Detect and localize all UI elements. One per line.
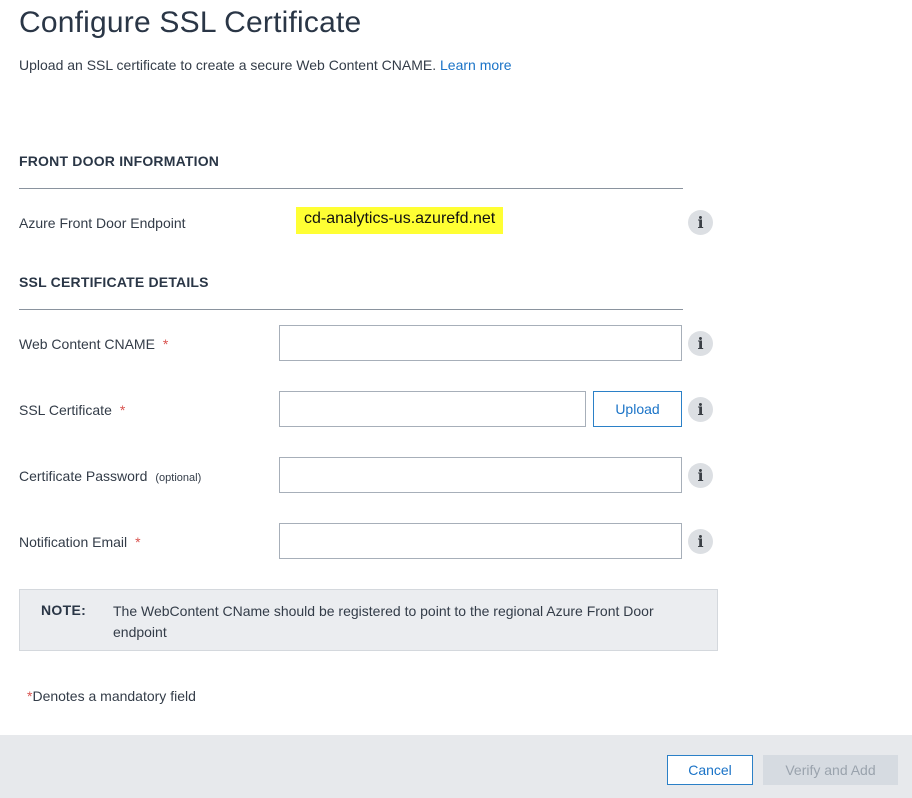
certificate-label-text: SSL Certificate [19, 402, 112, 418]
endpoint-info-icon[interactable]: i [688, 210, 713, 235]
cname-label: Web Content CNAME * [19, 336, 168, 352]
page-subtitle: Upload an SSL certificate to create a se… [19, 57, 512, 73]
learn-more-link[interactable]: Learn more [440, 57, 512, 73]
cname-label-text: Web Content CNAME [19, 336, 155, 352]
required-marker: * [119, 402, 126, 418]
required-marker: * [135, 534, 141, 550]
endpoint-value: cd-analytics-us.azurefd.net [296, 207, 504, 234]
certificate-label: SSL Certificate * [19, 402, 125, 418]
note-text: The WebContent CName should be registere… [113, 603, 654, 640]
page-title: Configure SSL Certificate [19, 6, 362, 39]
endpoint-label: Azure Front Door Endpoint [19, 215, 186, 231]
note-box: NOTE: The WebContent CName should be reg… [19, 589, 718, 651]
verify-and-add-button[interactable]: Verify and Add [763, 755, 898, 785]
ssl-details-heading: SSL CERTIFICATE DETAILS [19, 274, 209, 290]
subtitle-text: Upload an SSL certificate to create a se… [19, 57, 437, 73]
dialog-footer: Cancel Verify and Add [0, 735, 912, 798]
certificate-file-input[interactable] [279, 391, 586, 427]
note-label: NOTE: [41, 602, 87, 618]
front-door-divider [19, 188, 683, 189]
cname-input[interactable] [279, 325, 682, 361]
cname-info-icon[interactable]: i [688, 331, 713, 356]
cancel-button[interactable]: Cancel [667, 755, 753, 785]
email-label: Notification Email * [19, 534, 141, 550]
mandatory-field-note: *Denotes a mandatory field [27, 688, 196, 704]
front-door-heading: FRONT DOOR INFORMATION [19, 153, 220, 169]
ssl-details-divider [19, 309, 683, 310]
email-info-icon[interactable]: i [688, 529, 713, 554]
email-label-text: Notification Email [19, 534, 128, 550]
password-label: Certificate Password (optional) [19, 468, 201, 484]
mandatory-text: Denotes a mandatory field [32, 688, 196, 704]
certificate-info-icon[interactable]: i [688, 397, 713, 422]
password-info-icon[interactable]: i [688, 463, 713, 488]
password-input[interactable] [279, 457, 682, 493]
optional-marker: (optional) [155, 472, 202, 484]
password-label-text: Certificate Password [19, 468, 148, 484]
upload-button[interactable]: Upload [593, 391, 682, 427]
email-input[interactable] [279, 523, 682, 559]
required-marker: * [162, 336, 169, 352]
